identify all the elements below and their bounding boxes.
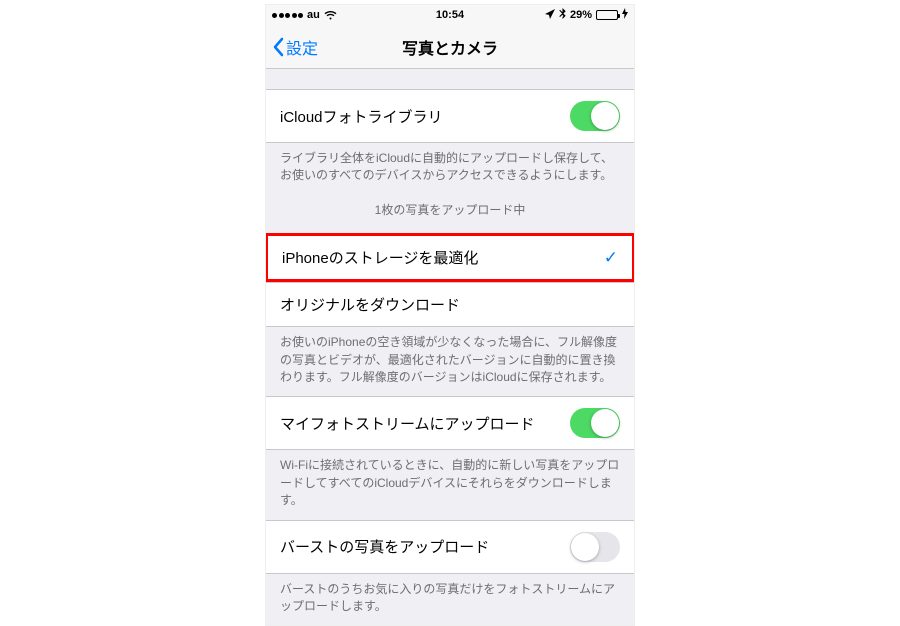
optimize-storage-row[interactable]: iPhoneのストレージを最適化 ✓ [268, 236, 632, 279]
optimize-storage-label: iPhoneのストレージを最適化 [282, 247, 604, 268]
checkmark-icon: ✓ [604, 248, 618, 268]
bluetooth-icon [559, 8, 566, 22]
optimize-desc: お使いのiPhoneの空き領域が少なくなった場合に、フル解像度の写真とビデオが、… [266, 327, 634, 396]
photostream-label: マイフォトストリームにアップロード [280, 413, 570, 434]
upload-status: 1枚の写真をアップロード中 [266, 195, 634, 233]
nav-bar: 設定 写真とカメラ [266, 25, 634, 69]
burst-row[interactable]: バーストの写真をアップロード [266, 520, 634, 574]
battery-pct: 29% [570, 9, 592, 21]
back-button[interactable]: 設定 [266, 35, 318, 59]
burst-desc: バーストのうちお気に入りの写真だけをフォトストリームにアップロードします。 [266, 574, 634, 626]
chevron-left-icon [272, 37, 284, 57]
clock: 10:54 [436, 9, 464, 21]
photostream-toggle[interactable] [570, 408, 620, 438]
wifi-icon [324, 10, 337, 20]
charging-icon [622, 8, 628, 22]
signal-dots-icon [272, 13, 303, 18]
download-original-label: オリジナルをダウンロード [280, 294, 620, 315]
burst-toggle[interactable] [570, 532, 620, 562]
location-icon [545, 9, 555, 22]
back-label: 設定 [286, 35, 318, 59]
battery-icon [596, 10, 618, 20]
icloud-library-row[interactable]: iCloudフォトライブラリ [266, 89, 634, 143]
download-original-row[interactable]: オリジナルをダウンロード [266, 282, 634, 327]
icloud-library-desc: ライブラリ全体をiCloudに自動的にアップロードし保存して、お使いのすべてのデ… [266, 143, 634, 195]
status-bar: au 10:54 29% [266, 5, 634, 25]
highlight-box: iPhoneのストレージを最適化 ✓ [265, 233, 635, 282]
photostream-desc: Wi-Fiに接続されているときに、自動的に新しい写真をアップロードしてすべてのi… [266, 450, 634, 519]
photostream-row[interactable]: マイフォトストリームにアップロード [266, 396, 634, 450]
settings-screen: au 10:54 29% 設定 写真とカメラ iClo [265, 4, 635, 626]
page-title: 写真とカメラ [402, 35, 498, 59]
burst-label: バーストの写真をアップロード [280, 536, 570, 557]
icloud-library-label: iCloudフォトライブラリ [280, 106, 570, 127]
carrier-label: au [307, 9, 320, 21]
icloud-library-toggle[interactable] [570, 101, 620, 131]
